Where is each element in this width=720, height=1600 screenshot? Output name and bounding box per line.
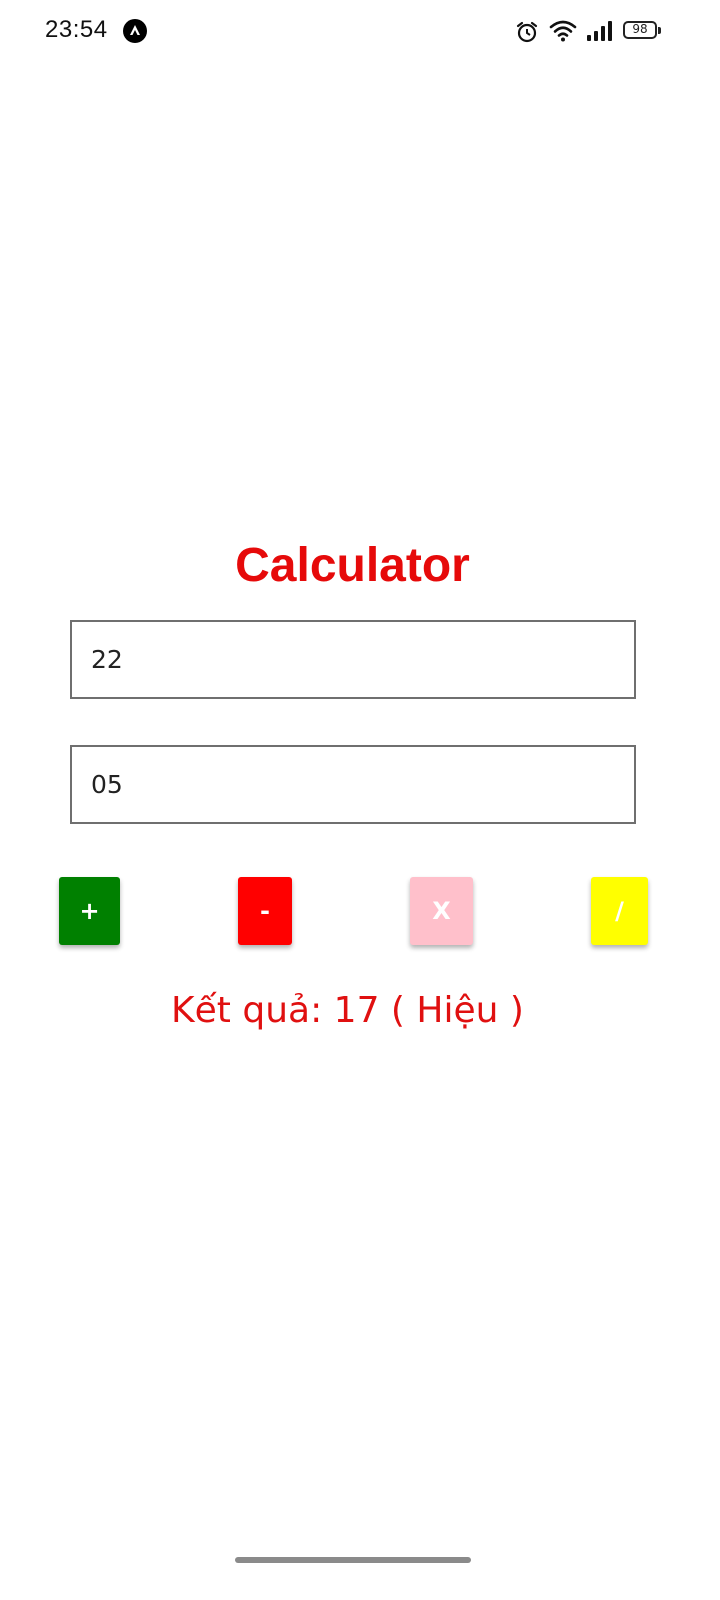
alarm-icon xyxy=(516,21,538,43)
page-title: Calculator xyxy=(235,539,470,592)
battery-icon: 98 xyxy=(623,21,661,39)
first-number-input[interactable] xyxy=(70,620,636,699)
signal-icon xyxy=(587,21,612,41)
home-indicator[interactable] xyxy=(235,1557,471,1563)
second-number-input[interactable] xyxy=(70,745,636,824)
app-notification-icon xyxy=(123,19,147,43)
subtract-button[interactable]: - xyxy=(238,877,292,945)
status-bar: 23:54 98 xyxy=(0,0,720,64)
multiply-button[interactable]: X xyxy=(410,877,473,945)
divide-button[interactable]: / xyxy=(591,877,648,945)
add-button[interactable]: + xyxy=(59,877,120,945)
wifi-icon xyxy=(549,20,577,42)
battery-level: 98 xyxy=(632,22,648,36)
result-text: Kết quả: 17 ( Hiệu ) xyxy=(171,990,524,1031)
status-time: 23:54 xyxy=(45,16,108,43)
